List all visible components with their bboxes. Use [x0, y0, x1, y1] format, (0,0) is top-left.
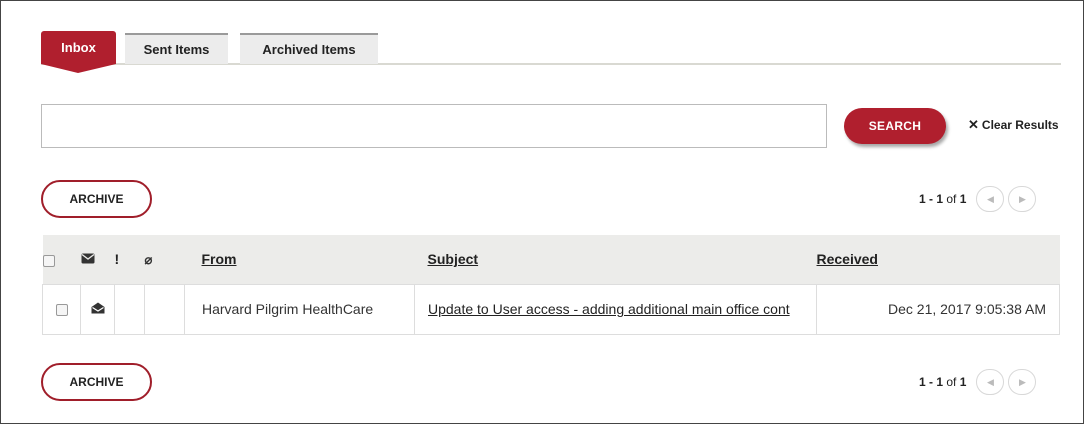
received-header: Received	[816, 235, 1060, 284]
pagination-top: 1 - 1 of 1 ◀ ▶	[919, 184, 1061, 214]
row-select-cell	[42, 283, 81, 335]
close-icon: ✕	[968, 117, 979, 132]
pagination-total-bottom: 1	[959, 375, 967, 389]
archive-button-top[interactable]: ARCHIVE	[41, 180, 152, 218]
table-row[interactable]: Harvard Pilgrim HealthCare Update to Use…	[42, 283, 1060, 335]
importance-label: !	[114, 251, 120, 268]
row-read-status-cell	[80, 283, 115, 335]
sort-by-from-link[interactable]: From	[202, 251, 237, 267]
row-importance-cell	[114, 283, 145, 335]
row-from-cell: Harvard Pilgrim HealthCare	[184, 283, 415, 335]
select-all-checkbox[interactable]	[42, 254, 55, 267]
read-status-header	[80, 235, 115, 284]
open-envelope-icon	[91, 302, 104, 314]
row-subject-cell: Update to User access - adding additiona…	[414, 283, 817, 335]
envelope-icon	[81, 253, 94, 264]
row-attachment-cell	[144, 283, 185, 335]
subject-header: Subject	[414, 235, 817, 284]
tab-archived-items[interactable]: Archived Items	[240, 33, 378, 64]
table-header-row: ! ⌀ From Subject Received	[42, 235, 1060, 284]
attachment-header: ⌀	[144, 235, 185, 284]
chevron-right-icon: ▶	[1018, 193, 1026, 204]
chevron-right-icon: ▶	[1018, 376, 1026, 387]
pagination-of: of	[946, 192, 957, 206]
next-page-button-bottom[interactable]: ▶	[1008, 369, 1037, 395]
messages-panel: Inbox Sent Items Archived Items SEARCH ✕…	[0, 0, 1084, 424]
pagination-total: 1	[959, 192, 967, 206]
pagination-summary: 1 - 1 of 1	[919, 192, 966, 206]
clear-results-link[interactable]: ✕ Clear Results	[968, 117, 1059, 133]
pagination-summary-bottom: 1 - 1 of 1	[919, 375, 966, 389]
chevron-left-icon: ◀	[986, 376, 994, 387]
prev-page-button[interactable]: ◀	[976, 186, 1005, 212]
pagination-bottom: 1 - 1 of 1 ◀ ▶	[919, 367, 1061, 397]
sort-by-received-link[interactable]: Received	[817, 251, 878, 267]
pagination-range-bottom: 1 - 1	[919, 375, 944, 389]
chevron-left-icon: ◀	[986, 193, 994, 204]
row-select-checkbox[interactable]	[55, 304, 68, 317]
archive-button-bottom[interactable]: ARCHIVE	[41, 363, 152, 401]
importance-header: !	[114, 235, 145, 284]
sort-by-subject-link[interactable]: Subject	[428, 251, 479, 267]
clear-results-label: Clear Results	[981, 118, 1059, 132]
row-received-cell: Dec 21, 2017 9:05:38 AM	[816, 283, 1060, 335]
messages-table: ! ⌀ From Subject Received Harvard Pilgri…	[42, 235, 1060, 335]
pagination-range: 1 - 1	[919, 192, 944, 206]
paperclip-icon: ⌀	[144, 251, 153, 267]
tab-sent-items[interactable]: Sent Items	[125, 33, 228, 64]
mailbox-tabs: Inbox Sent Items Archived Items	[41, 29, 1061, 73]
search-input[interactable]	[41, 104, 827, 148]
next-page-button[interactable]: ▶	[1008, 186, 1037, 212]
from-header: From	[184, 235, 415, 284]
prev-page-button-bottom[interactable]: ◀	[976, 369, 1005, 395]
pagination-of-bottom: of	[946, 375, 957, 389]
row-subject-link[interactable]: Update to User access - adding additiona…	[428, 301, 790, 317]
search-button[interactable]: SEARCH	[844, 108, 946, 144]
select-all-cell	[42, 235, 81, 284]
tab-inbox[interactable]: Inbox	[41, 31, 116, 73]
